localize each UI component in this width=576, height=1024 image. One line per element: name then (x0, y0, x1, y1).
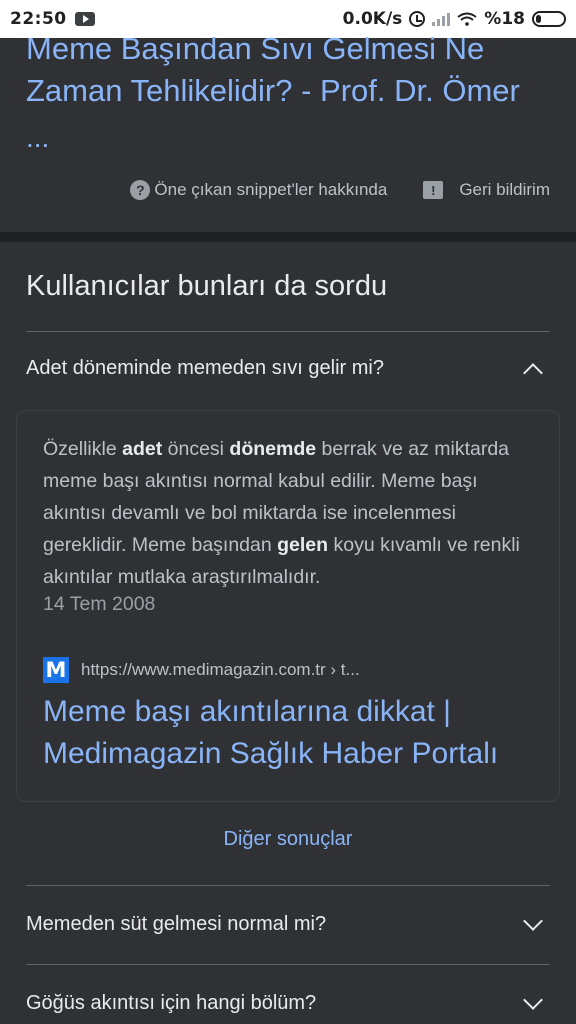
youtube-notification-icon (74, 12, 95, 26)
medimagazin-favicon: M (43, 657, 69, 683)
chevron-down-icon (523, 910, 543, 931)
divider (26, 885, 550, 886)
section-divider (0, 232, 576, 242)
answer-panel: Özellikle adet öncesi dönemde berrak ve … (16, 410, 560, 802)
answer-highlight: adet (122, 438, 163, 460)
snippet-footer: ? Öne çıkan snippet'ler hakkında ! Geri … (0, 180, 576, 200)
battery-icon (532, 11, 566, 27)
feedback-icon: ! (423, 181, 444, 199)
wifi-icon (457, 12, 477, 26)
more-results-link[interactable]: Diğer sonuçlar (0, 828, 576, 851)
answer-text: Özellikle adet öncesi dönemde berrak ve … (43, 433, 533, 593)
status-time: 22:50 (10, 9, 67, 29)
chevron-up-icon (523, 362, 543, 383)
question-item[interactable]: Göğüs akıntısı için hangi bölüm? (26, 989, 550, 1015)
answer-run: öncesi (162, 438, 230, 460)
featured-result-link[interactable]: Meme Başından Sıvı Gelmesi Ne Zaman Tehl… (26, 28, 546, 112)
feedback-link[interactable]: ! Geri bildirim (423, 180, 550, 200)
question-label: Memeden süt gelmesi normal mi? (26, 913, 327, 935)
chevron-down-icon (523, 989, 543, 1010)
answer-highlight: dönemde (229, 438, 317, 460)
status-indicators: 0.0K/s %18 (343, 9, 566, 29)
featured-snippet-card: Meme Başından Sıvı Gelmesi Ne Zaman Tehl… (0, 31, 576, 232)
question-label: Adet döneminde memeden sıvı gelir mi? (26, 357, 384, 379)
people-also-ask: Kullanıcılar bunları da sordu Adet dönem… (0, 242, 576, 1024)
answer-run: Özellikle (43, 438, 123, 460)
feedback-label: Geri bildirim (459, 180, 550, 199)
source-row[interactable]: M https://www.medimagazin.com.tr › t... (43, 657, 360, 683)
help-icon: ? (130, 180, 151, 200)
question-label: Göğüs akıntısı için hangi bölüm? (26, 992, 317, 1014)
network-speed: 0.0K/s (342, 9, 403, 29)
signal-icon (432, 12, 451, 26)
about-snippets-link[interactable]: ? Öne çıkan snippet'ler hakkında (130, 180, 387, 200)
question-item[interactable]: Memeden süt gelmesi normal mi? (26, 910, 550, 936)
alarm-icon (409, 11, 426, 27)
divider (26, 964, 550, 965)
source-url: https://www.medimagazin.com.tr › t... (81, 660, 360, 679)
about-snippets-label: Öne çıkan snippet'ler hakkında (154, 180, 388, 199)
divider (26, 331, 550, 332)
paa-title: Kullanıcılar bunları da sordu (26, 270, 388, 302)
answer-highlight: gelen (277, 534, 329, 556)
battery-percent: %18 (484, 9, 525, 29)
source-title-link[interactable]: Meme başı akıntılarına dikkat | Medimaga… (43, 691, 543, 775)
answer-date: 14 Tem 2008 (43, 593, 156, 615)
title-ellipsis: ... (26, 122, 50, 153)
question-expanded[interactable]: Adet döneminde memeden sıvı gelir mi? (26, 357, 550, 383)
